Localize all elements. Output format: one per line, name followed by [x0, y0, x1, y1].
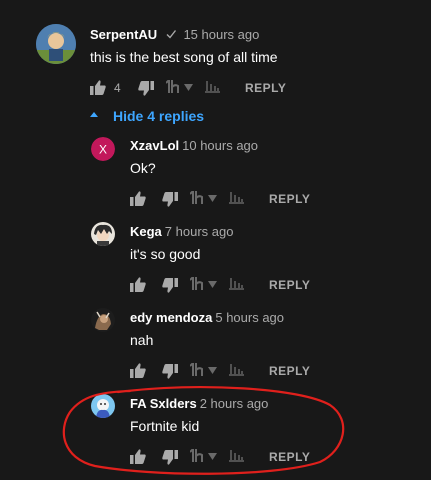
red-circle-annotation — [62, 386, 345, 475]
